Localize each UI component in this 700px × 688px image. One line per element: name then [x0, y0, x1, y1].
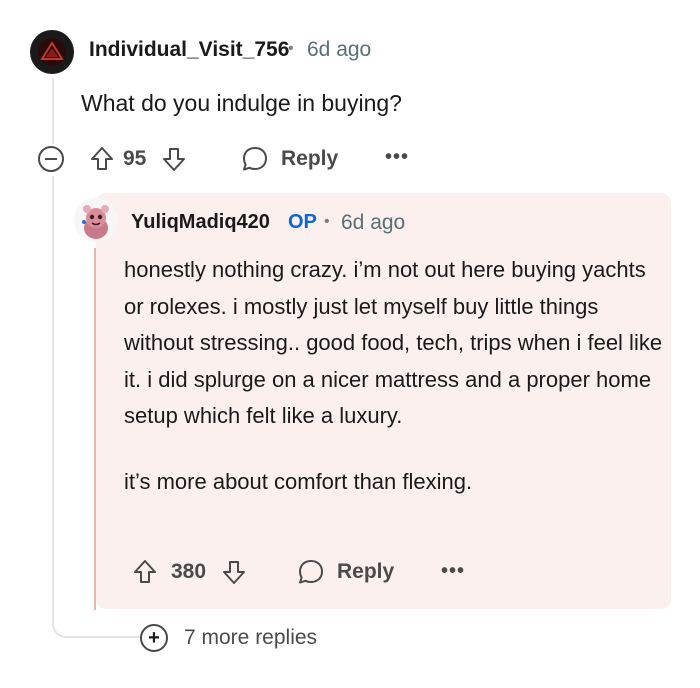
- more-replies-link[interactable]: + 7 more replies: [140, 624, 317, 652]
- speech-bubble-icon: [241, 145, 269, 173]
- thread-line[interactable]: [52, 176, 54, 616]
- reply-label: Reply: [281, 147, 339, 170]
- more-options-button[interactable]: •••: [441, 560, 465, 583]
- vote-score: 95: [123, 147, 147, 170]
- reply-timestamp[interactable]: 6d ago: [341, 211, 405, 235]
- collapse-thread-button[interactable]: [38, 146, 64, 172]
- avatar[interactable]: [74, 198, 118, 242]
- snoo-avatar-icon: [74, 198, 118, 242]
- downvote-icon[interactable]: [162, 146, 186, 172]
- comment-author[interactable]: Individual_Visit_756: [89, 38, 289, 62]
- separator-dot: •: [288, 40, 294, 57]
- plus-icon: +: [140, 624, 168, 652]
- more-options-button[interactable]: •••: [385, 146, 409, 169]
- reply-author[interactable]: YuliqMadiq420: [131, 211, 270, 234]
- comment-thread: Individual_Visit_756 • 6d ago What do yo…: [0, 0, 700, 688]
- upvote-icon[interactable]: [133, 559, 157, 585]
- reply-label: Reply: [337, 560, 395, 583]
- vote-bar: 95: [90, 146, 186, 172]
- reply-button[interactable]: Reply: [297, 558, 394, 586]
- reply-body: honestly nothing crazy. i’m not out here…: [124, 252, 664, 500]
- comment-body: What do you indulge in buying?: [81, 90, 402, 116]
- thread-line[interactable]: [52, 78, 54, 144]
- avatar[interactable]: [30, 30, 74, 74]
- minus-icon: [45, 158, 57, 160]
- reply-paragraph: it’s more about comfort than flexing.: [124, 468, 473, 494]
- avatar-triangle-icon: [38, 38, 66, 66]
- reply-vote-bar: 380: [133, 559, 246, 585]
- op-badge: OP: [288, 211, 317, 233]
- comment-timestamp[interactable]: 6d ago: [307, 38, 371, 62]
- separator-dot: •: [324, 213, 330, 230]
- more-replies-label: 7 more replies: [184, 626, 318, 649]
- downvote-icon[interactable]: [222, 559, 246, 585]
- vote-score: 380: [171, 560, 207, 583]
- reply-paragraph: honestly nothing crazy. i’m not out here…: [124, 257, 663, 428]
- upvote-icon[interactable]: [90, 146, 114, 172]
- speech-bubble-icon: [297, 558, 325, 586]
- reply-thread-line[interactable]: [94, 248, 96, 610]
- reply-button[interactable]: Reply: [241, 145, 338, 173]
